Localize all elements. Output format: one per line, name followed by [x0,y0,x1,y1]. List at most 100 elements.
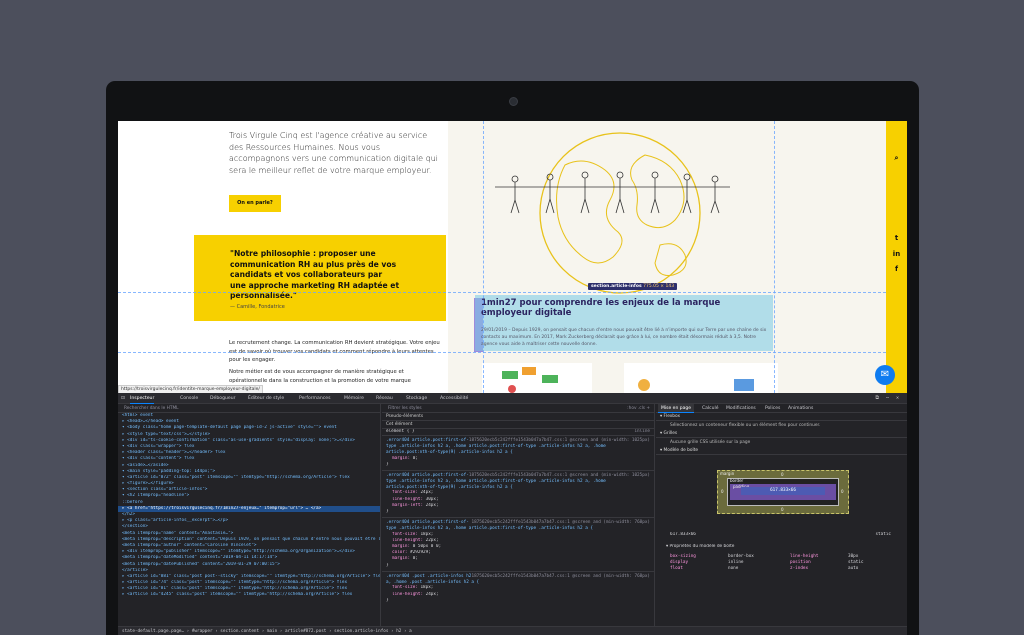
margin-top-value[interactable]: 0 [781,472,784,477]
messenger-icon[interactable]: ✉ [875,365,895,385]
css-value[interactable]: 0; [410,556,418,561]
grid-note: Aucune grille CSS utilisée sur la page [670,440,751,445]
inline-label: inline [634,429,650,434]
css-rule-source[interactable]: 1875620ecb5c242fffe1543b047a7b47.css:1 @… [472,574,651,579]
css-value[interactable]: 24px; [418,490,433,495]
box-model-diagram: margin border padding 617.833×66 0 0 0 0 [717,470,849,514]
box-prop-name: z-index [790,566,809,571]
tab-performance[interactable]: Performances [299,393,331,404]
css-rule-close: } [386,562,389,568]
tooltip-size: 775.05 × 143 [643,284,675,289]
css-rule-close: } [386,461,389,467]
guide-line-right [774,121,775,393]
box-props-header[interactable]: ▾ Propriétés du modèle de boîte [666,544,738,550]
css-property[interactable]: margin: [392,456,410,461]
article-infos-highlight: 1min27 pour comprendre les enjeux de la … [475,295,773,351]
quote-text: "Notre philosophie : proposer une commun… [230,249,400,300]
css-property[interactable]: color: [392,550,408,555]
facebook-icon[interactable]: f [892,265,901,274]
layout-pane: Mise en page Calculé Modifications Polic… [656,404,907,635]
inspector-tooltip: section.article-infos 775.05 × 143 [588,283,678,290]
css-property[interactable]: line-height: [392,497,423,502]
article-title[interactable]: 1min27 pour comprendre les enjeux de la … [481,298,771,318]
css-value[interactable]: 0; [410,456,418,461]
box-prop-value[interactable]: none [728,566,738,572]
tab-fonts[interactable]: Polices [765,404,780,413]
article-thumbnails [482,363,778,393]
css-rule[interactable]: 1875620ecb5c242fffe1543b047a7b47.css:1 @… [382,570,654,606]
css-property[interactable]: line-height: [392,538,423,543]
css-property[interactable]: margin: [392,544,410,549]
tab-network[interactable]: Réseau [376,393,393,404]
css-value[interactable]: 18px; [418,585,433,590]
tab-layout[interactable]: Mise en page [658,404,694,413]
twitter-icon[interactable]: t [892,234,901,243]
css-value[interactable]: 24px; [423,592,439,597]
css-value[interactable]: #292929; [408,550,431,555]
css-rule[interactable]: 1875620ecb5c242fffe1543b047a7b47.css:1 @… [382,435,654,470]
devtools-window-controls[interactable]: ⧉ ⋯ ✕ [875,393,901,404]
element-rule-text: élément { } [386,429,415,434]
css-rule-source[interactable]: 1875620ecb5c242fffe1543b047a7b47.css:1 @… [472,520,651,525]
css-rule-source[interactable]: 1875620ecb5c242fffe1543b047a7b47.css:1 @… [469,438,650,443]
tab-accessibility[interactable]: Accessibilité [440,393,468,404]
box-prop-value[interactable]: auto [848,566,858,572]
css-value[interactable]: 22px; [423,538,439,543]
html-search-input[interactable]: Rechercher dans le HTML [118,404,380,413]
styles-filter-input[interactable]: Filtrer les styles :hov .cls + [382,404,654,413]
article-excerpt: 29/01/2019 – Depuis 1929, on pensait que… [481,328,767,347]
css-value[interactable]: 24px; [423,503,439,508]
tab-animations[interactable]: Animations [788,404,813,413]
filter-placeholder: Filtrer les styles [388,406,422,411]
quote-box: "Notre philosophie : proposer une commun… [194,235,446,321]
thumbnail-2[interactable] [624,363,778,393]
social-sidebar: ⌕ t in f [886,121,907,393]
website-viewport: Trois Virgule Cinq est l'agence créative… [118,121,907,393]
box-prop-row: float none z-index auto [670,566,900,572]
css-value[interactable]: 30px; [423,497,439,502]
css-property[interactable]: font-size: [392,585,418,590]
box-model-content[interactable]: 617.833×66 [741,487,825,495]
boxmodel-section-header[interactable]: ▾ Modèle de boîte [656,447,907,455]
margin-left-value[interactable]: 0 [721,489,724,494]
flexbox-header-label: Flexbox [663,414,681,419]
margin-bottom-value[interactable]: 0 [781,507,784,512]
css-value[interactable]: 18px; [418,532,433,537]
css-property[interactable]: font-size: [392,490,418,495]
layout-tabs: Mise en page Calculé Modifications Polic… [656,404,907,413]
grid-section-header[interactable]: ▾ Grilles [656,430,907,438]
tab-console[interactable]: Console [180,393,198,404]
pseudo-elements-header[interactable]: Pseudo-éléments [382,413,654,421]
css-property[interactable]: margin: [392,556,410,561]
margin-right-value[interactable]: 0 [841,489,844,494]
filter-toggles[interactable]: :hov .cls + [627,404,654,413]
laptop-frame: Trois Virgule Cinq est l'agence créative… [106,81,919,635]
css-rule[interactable]: 1875620ecb5c242fffe1543b047a7b47.css:1 @… [382,469,654,517]
tab-computed[interactable]: Calculé [702,404,719,413]
html-tree-row[interactable]: ▸ <article id="4245" class="post" itemsc… [118,592,380,598]
css-rules-list[interactable]: 1875620ecb5c242fffe1543b047a7b47.css:1 @… [382,435,654,606]
css-value[interactable]: 0 50px 0 0; [410,544,441,549]
pick-element-icon[interactable]: ⊡ [121,393,125,404]
breadcrumb[interactable]: state-default.page.page… › #wrapper › se… [118,626,907,635]
guide-line-top [118,292,886,293]
css-property[interactable]: line-height: [392,592,423,597]
thumbnail-1[interactable] [482,363,592,393]
flexbox-section-header[interactable]: ▾ Flexbox [656,413,907,421]
html-tree[interactable]: <html> event ▸ <head>…</head> event ▾ <bod… [118,413,380,599]
search-icon[interactable]: ⌕ [892,154,901,163]
linkedin-icon[interactable]: in [892,250,901,259]
css-property[interactable]: font-size: [392,532,418,537]
devtools-toolbar: ⊡ Inspecteur Console Débogueur Éditeur d… [118,393,907,404]
tooltip-selector: section.article-infos [591,284,642,289]
cta-button[interactable]: On en parle? [229,195,281,212]
tab-inspector[interactable]: Inspecteur [130,393,155,404]
tab-debugger[interactable]: Débogueur [210,393,236,404]
tab-style-editor[interactable]: Éditeur de style [248,393,284,404]
css-property[interactable]: margin-left: [392,503,423,508]
tab-memory[interactable]: Mémoire [344,393,364,404]
tab-storage[interactable]: Stockage [406,393,427,404]
css-rule-source[interactable]: 1875620ecb5c242fffe1543b047a7b47.css:1 @… [469,473,650,478]
css-rule[interactable]: 1875620ecb5c242fffe1543b047a7b47.css:1 @… [382,517,654,571]
tab-changes[interactable]: Modifications [726,404,756,413]
